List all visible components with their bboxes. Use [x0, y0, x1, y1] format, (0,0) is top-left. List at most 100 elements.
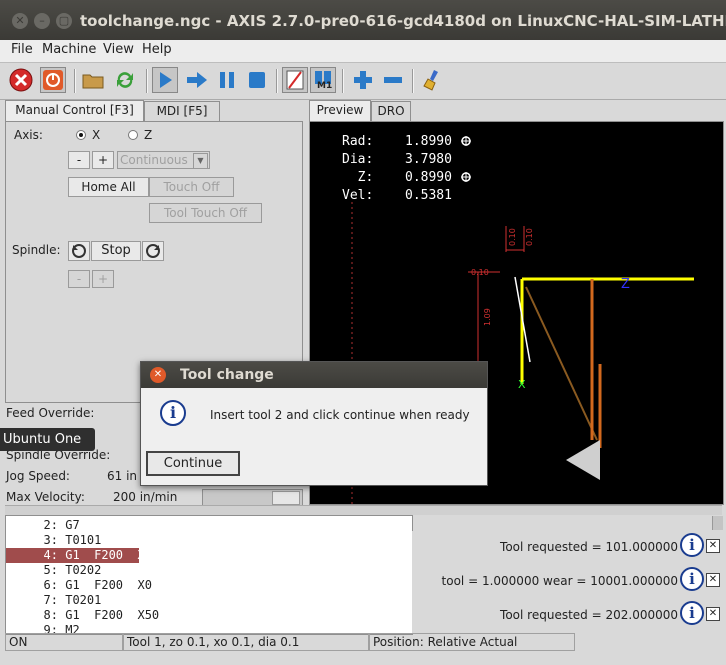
axis-z-label: Z [144, 128, 153, 142]
power-button[interactable] [40, 67, 66, 93]
gcode-listing[interactable]: 2: G7 3: T0101 4: G1 F200 X50 5: T0202 6… [5, 515, 413, 635]
spindle-minus-button[interactable]: - [68, 270, 90, 288]
gcode-line-active[interactable]: 4: G1 F200 X50 [6, 548, 159, 563]
gcode-line[interactable]: 5: T0202 [6, 563, 412, 578]
spindle-cw-button[interactable] [142, 241, 164, 261]
home-all-button[interactable]: Home All [68, 177, 149, 197]
dialog-message: Insert tool 2 and click continue when re… [210, 408, 470, 422]
spindle-stop-button[interactable]: Stop [91, 241, 141, 261]
tool-cone [566, 440, 600, 480]
minimize-window-button[interactable]: – [34, 13, 50, 29]
status-tool: Tool 1, zo 0.1, xo 0.1, dia 0.1 [123, 633, 369, 651]
rotate-ccw-icon [72, 244, 86, 258]
gcode-line[interactable]: 7: T0201 [6, 593, 412, 608]
toolbar-separator [146, 69, 148, 93]
close-icon[interactable]: ✕ [150, 367, 166, 383]
ubuntu-one-tooltip: Ubuntu One [0, 428, 95, 451]
optional-stop-button[interactable]: M1 [310, 67, 336, 93]
dim-top-b-label: 0.10 [525, 228, 534, 246]
tool-touch-off-button[interactable]: Tool Touch Off [149, 203, 262, 223]
estop-icon [9, 68, 33, 92]
listing-scrollbar[interactable] [712, 516, 723, 530]
window-title: toolchange.ngc - AXIS 2.7.0-pre0-616-gcd… [80, 12, 726, 30]
status-bar: ON Tool 1, zo 0.1, xo 0.1, dia 0.1 Posit… [5, 633, 722, 652]
jog-increment-select[interactable]: Continuous ▼ [117, 151, 210, 169]
plot-z-label: Z [621, 277, 630, 292]
close-icon[interactable]: ✕ [706, 573, 720, 587]
open-file-button[interactable] [80, 67, 106, 93]
menu-file[interactable]: File [11, 42, 33, 57]
max-velocity-value: 200 in/min [113, 490, 178, 504]
gcode-line[interactable]: 2: G7 [6, 518, 412, 533]
zoom-out-button[interactable] [380, 67, 406, 93]
gcode-line[interactable]: 8: G1 F200 X50 [6, 608, 412, 623]
tab-manual-control[interactable]: Manual Control [F3] [5, 100, 144, 122]
close-icon[interactable]: ✕ [706, 607, 720, 621]
notification-area: Tool requested = 101.000000 i ✕ tool = 1… [412, 531, 722, 633]
block-delete-icon [286, 70, 304, 90]
info-icon: i [160, 400, 186, 426]
toolbar-separator [412, 69, 414, 93]
axis-z-radio[interactable] [128, 130, 138, 140]
jog-plus-button[interactable]: + [92, 151, 114, 169]
continue-button[interactable]: Continue [146, 451, 240, 476]
tab-dro[interactable]: DRO [371, 101, 411, 121]
slider-handle[interactable] [272, 491, 300, 505]
toolbar-separator [74, 69, 76, 93]
run-button[interactable] [152, 67, 178, 93]
jog-minus-button[interactable]: - [68, 151, 90, 169]
touch-off-button[interactable]: Touch Off [149, 177, 234, 197]
toolbar-separator [342, 69, 344, 93]
dim-vertical-label: 1.09 [483, 308, 492, 326]
menu-help[interactable]: Help [142, 42, 172, 57]
m1-label: M1 [317, 81, 333, 91]
info-icon: i [680, 601, 704, 625]
rotate-cw-icon [146, 244, 160, 258]
dim-left-label: 0.10 [471, 268, 489, 277]
feed-override-label: Feed Override: [6, 406, 95, 420]
open-icon [82, 74, 104, 89]
axis-label: Axis: [14, 128, 43, 142]
run-icon [160, 72, 172, 88]
chevron-down-icon: ▼ [193, 153, 208, 169]
reload-button[interactable] [112, 67, 138, 93]
toolbar-separator [276, 69, 278, 93]
step-icon [187, 72, 207, 88]
plot-x-label: X [518, 378, 526, 391]
notification-text: Tool requested = 202.000000 [500, 608, 678, 622]
dialog-title-bar: ✕ Tool change [141, 362, 487, 388]
pause-button[interactable] [214, 67, 240, 93]
tab-preview[interactable]: Preview [309, 100, 371, 122]
axis-window: ✕ – ▢ toolchange.ngc - AXIS 2.7.0-pre0-6… [0, 0, 726, 665]
clear-plot-button[interactable] [420, 67, 446, 93]
maximize-window-button[interactable]: ▢ [56, 13, 72, 29]
close-icon[interactable]: ✕ [706, 539, 720, 553]
block-delete-button[interactable] [282, 67, 308, 93]
stop-button[interactable] [244, 67, 270, 93]
estop-button[interactable] [8, 67, 34, 93]
axis-x-radio[interactable] [76, 130, 86, 140]
notification: Tool requested = 202.000000 i ✕ [412, 599, 722, 629]
toolbar: M1 [0, 63, 726, 100]
spindle-plus-button[interactable]: + [92, 270, 114, 288]
step-button[interactable] [184, 67, 210, 93]
status-position: Position: Relative Actual [369, 633, 575, 651]
tab-mdi[interactable]: MDI [F5] [144, 101, 220, 121]
jog-speed-label: Jog Speed: [6, 469, 70, 483]
dialog-title: Tool change [180, 367, 274, 383]
spindle-ccw-button[interactable] [68, 241, 90, 261]
menu-machine[interactable]: Machine [42, 42, 96, 57]
zoom-in-icon [354, 71, 372, 89]
zoom-out-icon [384, 77, 402, 83]
pane-separator[interactable] [5, 505, 722, 515]
gcode-line[interactable]: 3: T0101 [6, 533, 412, 548]
gcode-line[interactable]: 6: G1 F200 X0 [6, 578, 412, 593]
notification: Tool requested = 101.000000 i ✕ [412, 531, 722, 561]
pause-icon [220, 72, 234, 88]
close-window-button[interactable]: ✕ [12, 13, 28, 29]
clear-plot-icon [423, 70, 438, 91]
zoom-in-button[interactable] [350, 67, 376, 93]
jog-increment-value: Continuous [120, 153, 188, 167]
rapid-path [525, 286, 598, 441]
menu-view[interactable]: View [103, 42, 134, 57]
